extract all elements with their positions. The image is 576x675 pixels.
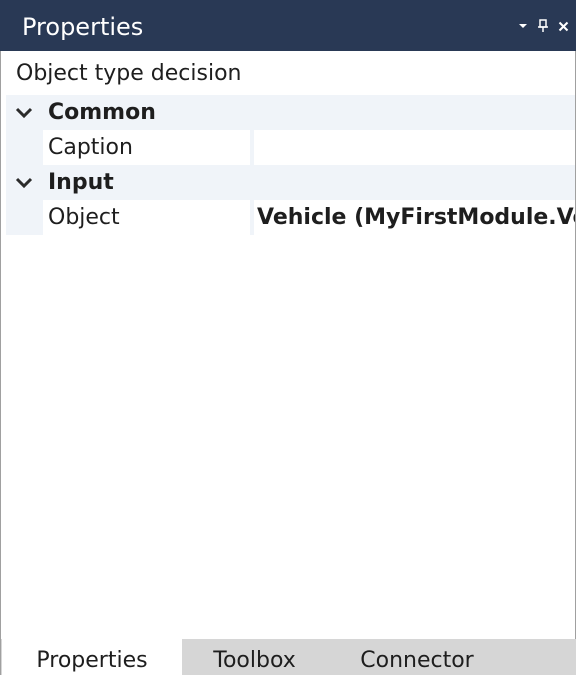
property-grid: Common Caption Input Object Vehicle (MyF… <box>6 95 575 235</box>
panel-title: Properties <box>22 13 144 41</box>
tab-strip: Properties Toolbox Connector <box>0 639 576 675</box>
pin-icon[interactable] <box>536 17 550 35</box>
property-value: Vehicle (MyFirstModule.Vehicle) <box>257 205 575 230</box>
property-name-cell: Object <box>43 200 252 235</box>
category-label: Common <box>48 100 156 125</box>
object-value-field[interactable]: Vehicle (MyFirstModule.Vehicle) <box>254 200 575 235</box>
category-common[interactable]: Common <box>6 95 575 130</box>
chevron-down-icon[interactable] <box>14 174 34 192</box>
tab-label: Toolbox <box>213 648 296 673</box>
object-type-label: Object type decision <box>16 61 242 86</box>
category-label: Input <box>48 170 114 195</box>
chevron-down-icon[interactable] <box>516 17 530 35</box>
property-name: Caption <box>48 135 133 160</box>
property-name: Object <box>48 205 120 230</box>
panel-titlebar: Properties <box>0 0 576 51</box>
tab-label: Properties <box>36 648 148 673</box>
category-input[interactable]: Input <box>6 165 575 200</box>
caption-value-field[interactable] <box>254 130 575 165</box>
tab-label: Connector <box>360 648 474 673</box>
property-row-object[interactable]: Object Vehicle (MyFirstModule.Vehicle) <box>6 200 575 235</box>
close-icon[interactable] <box>556 17 570 35</box>
title-controls <box>516 17 570 35</box>
property-name-cell: Caption <box>43 130 252 165</box>
tab-toolbox[interactable]: Toolbox <box>182 639 327 675</box>
chevron-down-icon[interactable] <box>14 104 34 122</box>
tab-connector[interactable]: Connector <box>327 639 507 675</box>
property-row-caption[interactable]: Caption <box>6 130 575 165</box>
tab-properties[interactable]: Properties <box>2 639 182 675</box>
